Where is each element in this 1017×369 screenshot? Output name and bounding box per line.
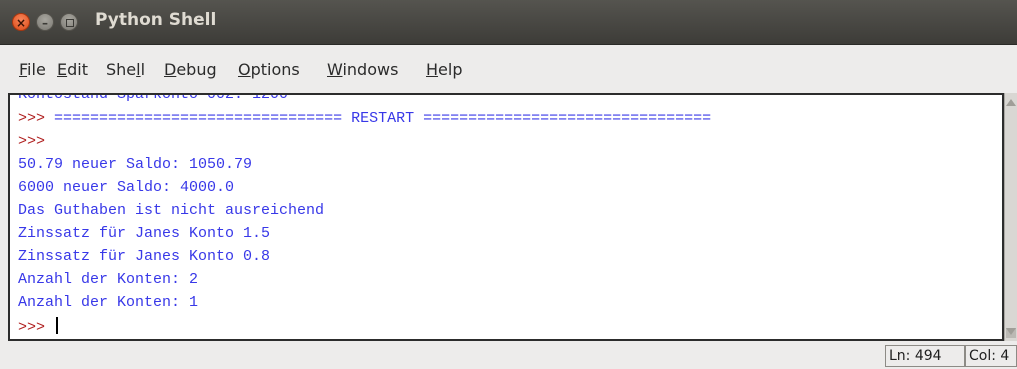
menu-options[interactable]: Options xyxy=(238,60,300,79)
text-cursor xyxy=(56,317,59,334)
window-title: Python Shell xyxy=(95,10,217,30)
menu-file[interactable]: File xyxy=(19,60,46,79)
column-number-status: Col: 4 xyxy=(965,345,1017,367)
output-line: Zinssatz für Janes Konto 1.5 xyxy=(18,225,271,242)
output-line: Anzahl der Konten: 1 xyxy=(18,294,199,311)
restart-line: >>> ================================ RES… xyxy=(18,109,711,129)
scroll-down-icon[interactable] xyxy=(1006,328,1016,335)
prompt: >>> xyxy=(18,133,46,150)
scroll-up-icon[interactable] xyxy=(1006,99,1016,106)
close-icon[interactable]: × xyxy=(12,13,30,31)
line-number-status: Ln: 494 xyxy=(885,345,965,367)
menu-edit[interactable]: Edit xyxy=(57,60,88,79)
output-line: 50.79 neuer Saldo: 1050.79 xyxy=(18,156,253,173)
prompt: >>> xyxy=(18,110,46,127)
status-bar: Ln: 494 Col: 4 xyxy=(0,341,1017,369)
vertical-scrollbar[interactable] xyxy=(1004,93,1017,341)
output-line: 6000 neuer Saldo: 4000.0 xyxy=(18,179,235,196)
menu-bar: File Edit Shell Debug Options Windows He… xyxy=(0,45,1017,93)
shell-text-area[interactable]: Kontostand Sparkonto 002: 1200 >>> =====… xyxy=(8,93,1004,341)
title-bar: × – Python Shell xyxy=(0,0,1017,45)
input-line[interactable]: >>> xyxy=(18,317,59,338)
output-line: Zinssatz für Janes Konto 0.8 xyxy=(18,248,271,265)
restart-text: ================================ RESTART… xyxy=(54,110,712,127)
maximize-icon[interactable] xyxy=(60,13,78,31)
menu-debug[interactable]: Debug xyxy=(164,60,217,79)
output-line: Das Guthaben ist nicht ausreichend xyxy=(18,202,325,219)
menu-windows[interactable]: Windows xyxy=(327,60,398,79)
output-line: Anzahl der Konten: 2 xyxy=(18,271,199,288)
menu-help[interactable]: Help xyxy=(426,60,462,79)
minimize-icon[interactable]: – xyxy=(36,13,54,31)
prompt: >>> xyxy=(18,319,46,336)
menu-shell[interactable]: Shell xyxy=(106,60,145,79)
partial-output-line: Kontostand Sparkonto 002: 1200 xyxy=(18,93,289,103)
